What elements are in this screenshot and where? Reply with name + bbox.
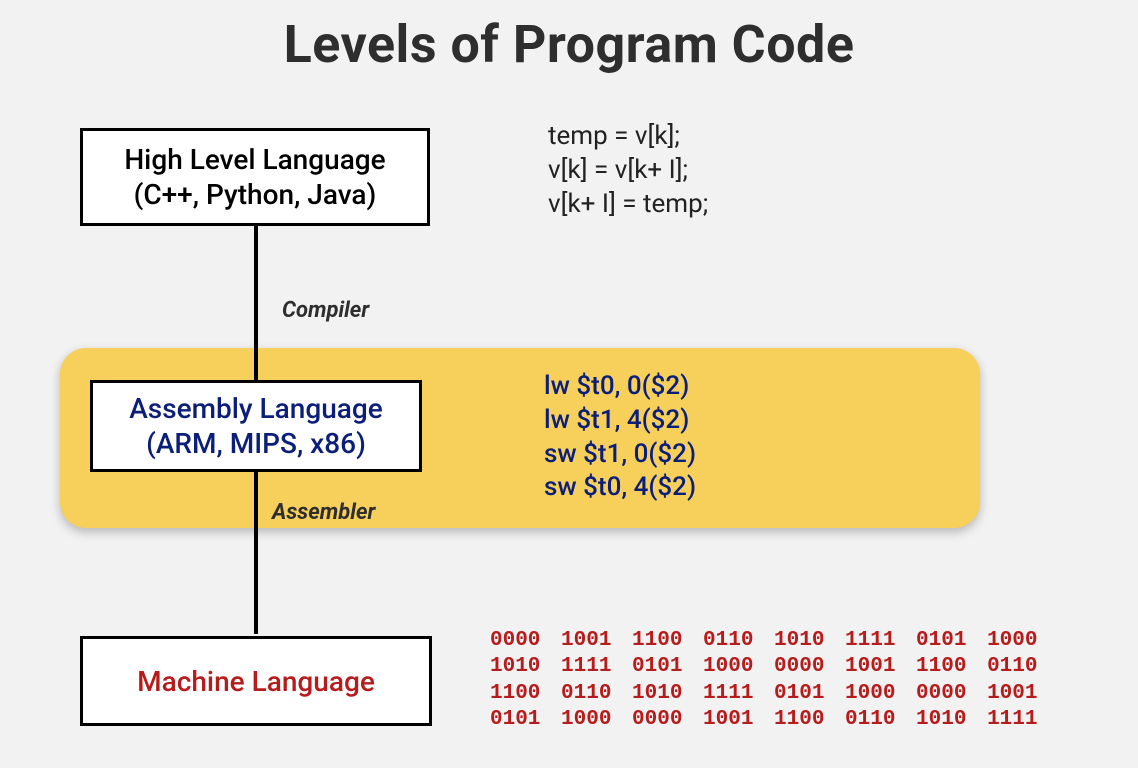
assembly-code-snippet: lw $t0, 0($2) lw $t1, 4($2) sw $t1, 0($2…: [544, 370, 696, 505]
machine-code-snippet: 0000 1001 1100 0110 1010 1111 0101 1000 …: [490, 628, 1037, 733]
machine-language-box: Machine Language: [80, 636, 432, 726]
assembler-transition-label: Assembler: [272, 500, 375, 525]
diagram-stage: Levels of Program Code High Level Langua…: [0, 0, 1138, 768]
assembly-label-line2: (ARM, MIPS, x86): [146, 426, 366, 461]
assembly-language-box: Assembly Language (ARM, MIPS, x86): [90, 380, 422, 472]
hll-label-line1: High Level Language: [124, 142, 385, 177]
hll-label-line2: (C++, Python, Java): [134, 177, 377, 212]
high-level-code-snippet: temp = v[k]; v[k] = v[k+ I]; v[k+ I] = t…: [548, 120, 708, 221]
high-level-language-box: High Level Language (C++, Python, Java): [80, 128, 430, 226]
page-title: Levels of Program Code: [0, 14, 1138, 75]
compiler-transition-label: Compiler: [282, 298, 369, 323]
machine-label-line1: Machine Language: [137, 664, 375, 699]
assembly-label-line1: Assembly Language: [129, 391, 383, 426]
